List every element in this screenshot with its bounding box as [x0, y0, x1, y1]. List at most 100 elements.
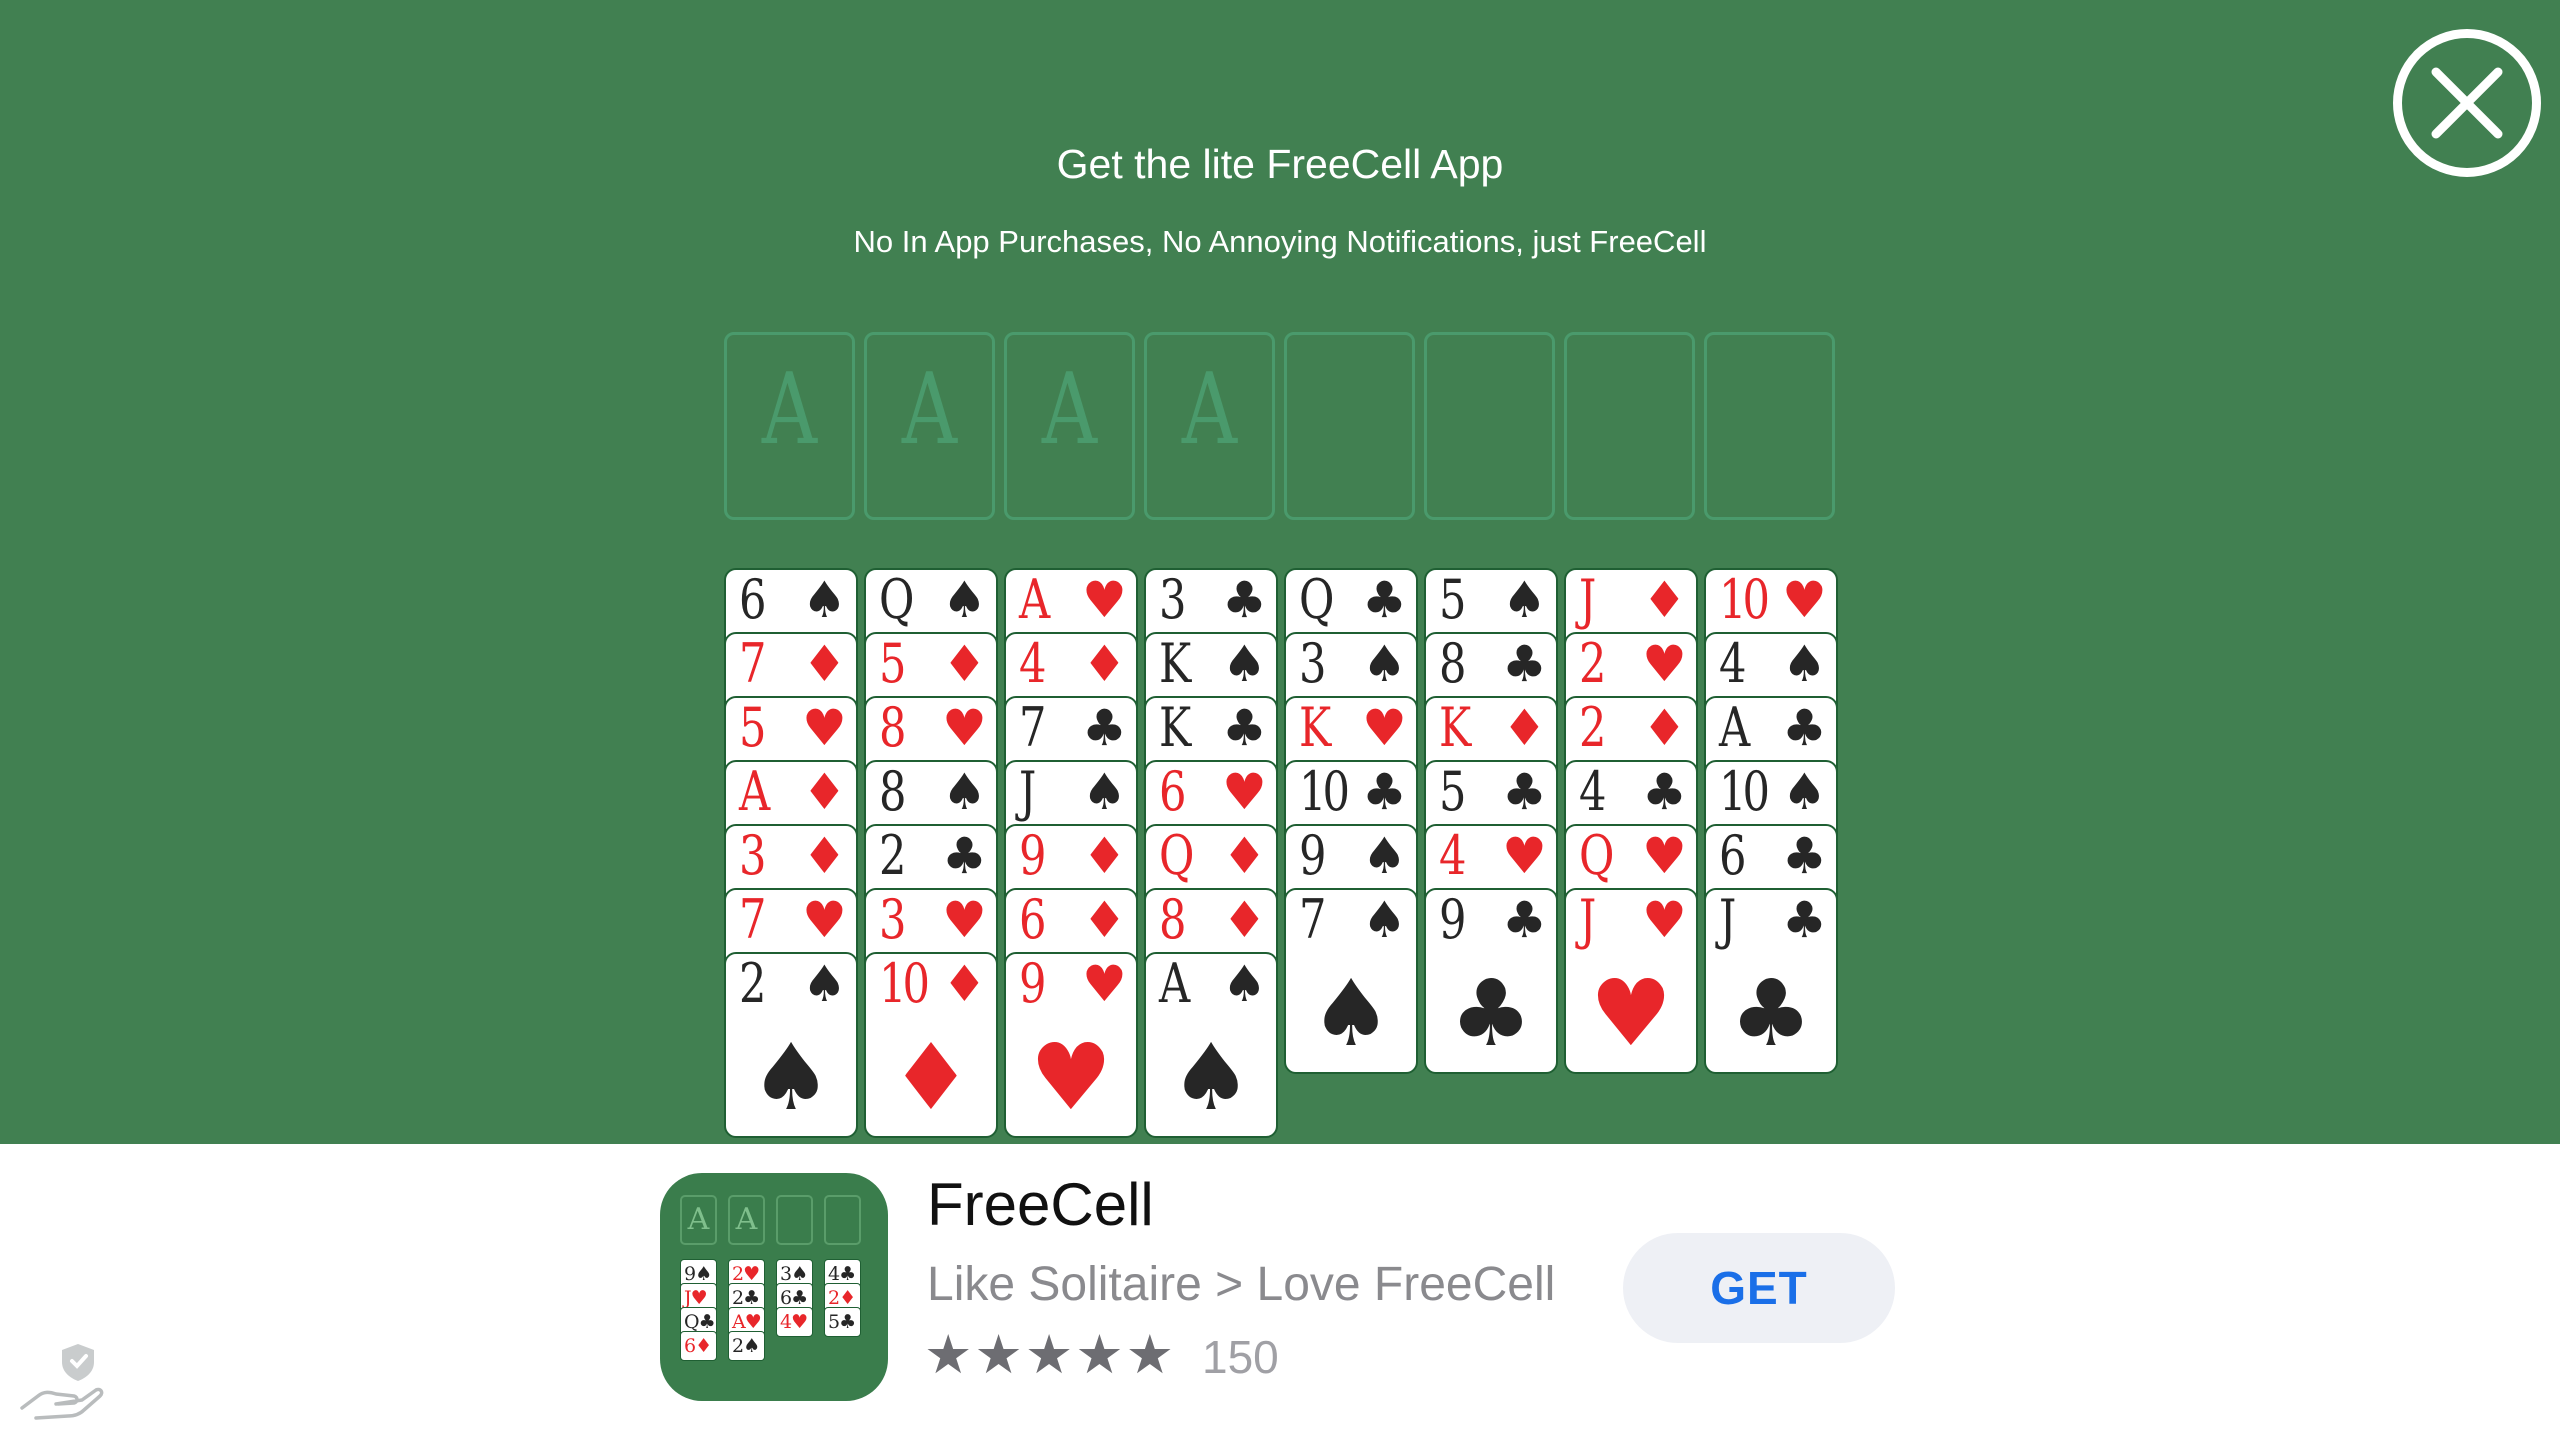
card-suit-icon: ♣ [1782, 827, 1827, 885]
rating-count: 150 [1202, 1331, 1279, 1383]
card-suit-icon: ♠ [942, 763, 987, 821]
card-suit-icon: ♦ [1502, 699, 1547, 757]
privacy-shield-icon[interactable] [16, 1336, 106, 1426]
card-suit-icon: ♦ [1642, 699, 1687, 757]
cell-slot-7[interactable] [1564, 332, 1695, 520]
icon-mini-card: 5♣ [824, 1307, 861, 1337]
card-rank: 6 [1019, 888, 1047, 951]
card-rank: A [739, 760, 770, 823]
card-rank: K [1159, 696, 1191, 759]
card-suit-icon: ♣ [1782, 891, 1827, 949]
card-rank: 6 [739, 568, 767, 631]
icon-mini-slot: A [728, 1195, 765, 1245]
card-suit-icon: ♠ [1782, 635, 1827, 693]
card-rank: K [1299, 696, 1331, 759]
card-rank: 6 [1159, 760, 1187, 823]
icon-mini-slot: A [680, 1195, 717, 1245]
card-rank: 2 [739, 952, 767, 1015]
playing-card[interactable]: A ♠ ♠ [1144, 952, 1278, 1138]
playing-card[interactable]: 7 ♠ ♠ [1284, 888, 1418, 1074]
card-suit-icon: ♥ [1502, 827, 1547, 885]
card-suit-icon: ♦ [1222, 891, 1267, 949]
card-suit-icon: ♥ [942, 891, 987, 949]
card-rank: J [1579, 888, 1596, 951]
game-background: Get the lite FreeCell App No In App Purc… [0, 0, 2560, 1144]
card-suit-icon: ♥ [1082, 571, 1127, 629]
icon-mini-card: 4♥ [776, 1307, 813, 1337]
card-suit-icon: ♠ [1222, 635, 1267, 693]
card-suit-icon: ♣ [1082, 699, 1127, 757]
cell-slot-5[interactable] [1284, 332, 1415, 520]
card-rank: 3 [1159, 568, 1187, 631]
card-suit-icon: ♣ [1362, 763, 1407, 821]
cell-slot-8[interactable] [1704, 332, 1835, 520]
card-center-suit-icon: ♥ [1029, 1024, 1113, 1131]
card-suit-icon: ♦ [802, 635, 847, 693]
card-suit-icon: ♣ [1222, 699, 1267, 757]
card-rank: 9 [1019, 952, 1047, 1015]
slot-placeholder-label: A [901, 353, 958, 467]
card-rank: 2 [1579, 696, 1607, 759]
card-rank: 10 [879, 952, 930, 1015]
cell-slot-6[interactable] [1424, 332, 1555, 520]
card-rank: 4 [1579, 760, 1607, 823]
card-suit-icon: ♠ [1362, 635, 1407, 693]
card-suit-icon: ♣ [1222, 571, 1267, 629]
tableau: 6 ♠ 7 ♦ 5 ♥ A ♦ 3 ♦ 7 ♥ 2 ♠ ♠ Q ♠ 5 ♦ 8 ♥ 8 ♠ 2 ♣ 3 ♥ 10 ♦ ♦ A ♥ 4 ♦ 7 ♣ J ♠ 9… [724, 568, 1838, 1144]
playing-card[interactable]: J ♣ ♣ [1704, 888, 1838, 1074]
card-rank: 10 [1719, 760, 1770, 823]
card-rank: 5 [739, 696, 767, 759]
card-suit-icon: ♦ [942, 635, 987, 693]
card-suit-icon: ♣ [1502, 763, 1547, 821]
card-rank: 4 [1439, 824, 1467, 887]
card-rank: J [1579, 568, 1596, 631]
playing-card[interactable]: 9 ♣ ♣ [1424, 888, 1558, 1074]
card-suit-icon: ♣ [1362, 571, 1407, 629]
card-rank: 10 [1719, 568, 1770, 631]
playing-card[interactable]: 10 ♦ ♦ [864, 952, 998, 1138]
playing-card[interactable]: J ♥ ♥ [1564, 888, 1698, 1074]
app-tagline: Like Solitaire > Love FreeCell [927, 1258, 1556, 1311]
card-rank: J [1019, 760, 1036, 823]
icon-mini-card: 2♠ [728, 1331, 765, 1361]
card-rank: 3 [1299, 632, 1327, 695]
app-store-banner[interactable]: A A 9♠ J♥ Q♣ 6♦ 2♥ 2♣ A♥ 2♠ 3♠ 6♣ 4♥ 4♣ 2♦ 5♣ FreeCell … [0, 1144, 2560, 1440]
card-rank: 3 [879, 888, 907, 951]
app-name: FreeCell [927, 1171, 1154, 1238]
card-rank: 7 [1019, 696, 1047, 759]
cell-slot-2[interactable]: A [864, 332, 995, 520]
card-suit-icon: ♥ [802, 699, 847, 757]
card-rank: 6 [1719, 824, 1747, 887]
card-suit-icon: ♠ [1782, 763, 1827, 821]
card-suit-icon: ♥ [942, 699, 987, 757]
card-suit-icon: ♦ [1222, 827, 1267, 885]
card-center-suit-icon: ♦ [889, 1024, 973, 1131]
card-center-suit-icon: ♣ [1449, 960, 1533, 1067]
card-rank: J [1719, 888, 1736, 951]
cell-slot-4[interactable]: A [1144, 332, 1275, 520]
card-suit-icon: ♣ [1782, 699, 1827, 757]
card-suit-icon: ♥ [1782, 571, 1827, 629]
card-suit-icon: ♣ [942, 827, 987, 885]
get-button[interactable]: GET [1623, 1233, 1895, 1343]
card-rank: A [1719, 696, 1750, 759]
cell-slot-1[interactable]: A [724, 332, 855, 520]
cell-slot-3[interactable]: A [1004, 332, 1135, 520]
card-rank: Q [879, 568, 914, 631]
card-rank: K [1159, 632, 1191, 695]
card-suit-icon: ♠ [1362, 827, 1407, 885]
icon-mini-card: 6♦ [680, 1331, 717, 1361]
card-rank: 9 [1439, 888, 1467, 951]
card-center-suit-icon: ♥ [1589, 960, 1673, 1067]
card-center-suit-icon: ♣ [1729, 960, 1813, 1067]
star-rating-icon: ★★★★★ [924, 1325, 1177, 1385]
card-suit-icon: ♦ [1082, 635, 1127, 693]
card-suit-icon: ♦ [1082, 827, 1127, 885]
card-rank: 9 [1019, 824, 1047, 887]
icon-mini-slot [776, 1195, 813, 1245]
app-icon[interactable]: A A 9♠ J♥ Q♣ 6♦ 2♥ 2♣ A♥ 2♠ 3♠ 6♣ 4♥ 4♣ 2♦ 5♣ [660, 1173, 888, 1401]
playing-card[interactable]: 9 ♥ ♥ [1004, 952, 1138, 1138]
card-rank: 3 [739, 824, 767, 887]
card-rank: 5 [1439, 568, 1467, 631]
playing-card[interactable]: 2 ♠ ♠ [724, 952, 858, 1138]
